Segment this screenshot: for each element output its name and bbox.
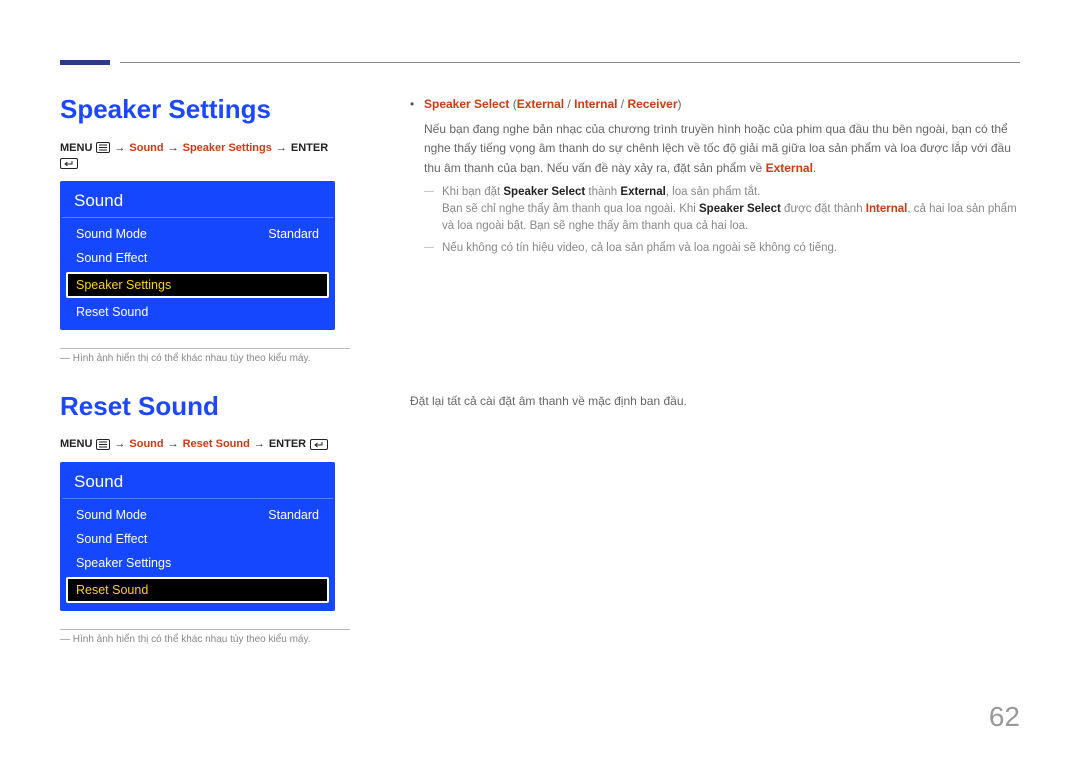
osd-body: Sound Mode Standard Sound Effect Speaker… bbox=[62, 218, 333, 328]
enter-icon bbox=[310, 439, 328, 450]
left-column-1: Speaker Settings MENU → Sound → Speaker … bbox=[60, 95, 380, 364]
bullet-speaker-select: Speaker Select (External / Internal / Re… bbox=[410, 95, 1020, 114]
subnote-1: Khi bạn đặt Speaker Select thành Externa… bbox=[424, 184, 1020, 236]
osd-item-label: Sound Effect bbox=[76, 251, 147, 265]
subnote-2: Nếu không có tín hiệu video, cả loa sản … bbox=[424, 240, 1020, 257]
osd-panel-2: Sound Sound Mode Standard Sound Effect S… bbox=[60, 462, 335, 611]
breadcrumb-arrow: → bbox=[168, 142, 179, 154]
osd-panel-1: Sound Sound Mode Standard Sound Effect S… bbox=[60, 181, 335, 330]
page-number: 62 bbox=[989, 701, 1020, 733]
speaker-select-label: Speaker Select bbox=[424, 97, 509, 111]
t: , loa sản phẩm tắt. bbox=[666, 186, 761, 198]
breadcrumb-reset-sound: Reset Sound bbox=[183, 438, 250, 450]
opt-internal: Internal bbox=[574, 97, 617, 111]
osd-item-label: Reset Sound bbox=[76, 583, 148, 597]
menu-label: MENU bbox=[60, 438, 92, 450]
sep: / bbox=[564, 97, 574, 111]
osd-item-label: Reset Sound bbox=[76, 305, 148, 319]
content-row-1: Speaker Settings MENU → Sound → Speaker … bbox=[60, 95, 1020, 364]
osd-item-reset-sound[interactable]: Reset Sound bbox=[66, 300, 329, 324]
paren: ( bbox=[509, 97, 516, 111]
menu-icon bbox=[96, 439, 110, 450]
breadcrumb-speaker-settings: Speaker Settings bbox=[183, 142, 272, 154]
opt-receiver: Receiver bbox=[627, 97, 677, 111]
osd-header: Sound bbox=[62, 464, 333, 499]
breadcrumb-arrow: → bbox=[254, 438, 265, 450]
paren: ) bbox=[678, 97, 682, 111]
t: thành bbox=[585, 186, 620, 198]
sub-notes: Khi bạn đặt Speaker Select thành Externa… bbox=[410, 184, 1020, 257]
osd-item-label: Sound Mode bbox=[76, 227, 147, 241]
menu-label: MENU bbox=[60, 142, 92, 154]
breadcrumb-arrow: → bbox=[114, 142, 125, 154]
t-red: Internal bbox=[866, 203, 908, 215]
osd-item-speaker-settings[interactable]: Speaker Settings bbox=[66, 551, 329, 575]
osd-item-label: Speaker Settings bbox=[76, 278, 171, 292]
breadcrumb-arrow: → bbox=[276, 142, 287, 154]
osd-item-reset-sound[interactable]: Reset Sound bbox=[66, 577, 329, 603]
osd-item-speaker-settings[interactable]: Speaker Settings bbox=[66, 272, 329, 298]
footnote-content: Hình ảnh hiển thị có thể khác nhau tùy t… bbox=[73, 353, 311, 364]
opt-external: External bbox=[517, 97, 564, 111]
osd-header: Sound bbox=[62, 183, 333, 218]
breadcrumb-reset-sound: MENU → Sound → Reset Sound → ENTER bbox=[60, 438, 350, 450]
reset-sound-desc: Đặt lại tất cả cài đặt âm thanh về mặc đ… bbox=[410, 392, 1020, 411]
enter-label: ENTER bbox=[269, 438, 306, 450]
osd-item-sound-effect[interactable]: Sound Effect bbox=[66, 527, 329, 551]
content-row-2: Reset Sound MENU → Sound → Reset Sound →… bbox=[60, 392, 1020, 646]
breadcrumb-arrow: → bbox=[114, 438, 125, 450]
enter-icon bbox=[60, 158, 78, 169]
osd-body: Sound Mode Standard Sound Effect Speaker… bbox=[62, 499, 333, 609]
section-title-reset-sound: Reset Sound bbox=[60, 392, 350, 421]
right-column-1: Speaker Select (External / Internal / Re… bbox=[380, 95, 1020, 364]
para-highlight: External bbox=[766, 161, 813, 175]
t: Bạn sẽ chỉ nghe thấy âm thanh qua loa ng… bbox=[442, 203, 699, 215]
osd-item-label: Speaker Settings bbox=[76, 556, 171, 570]
t: Khi bạn đặt bbox=[442, 186, 503, 198]
enter-label: ENTER bbox=[291, 142, 328, 154]
footnote-content: Hình ảnh hiển thị có thể khác nhau tùy t… bbox=[73, 634, 311, 645]
osd-item-value: Standard bbox=[268, 508, 319, 522]
osd-item-value: Standard bbox=[268, 227, 319, 241]
para-text: Nếu bạn đang nghe bản nhạc của chương tr… bbox=[424, 122, 1011, 174]
header-accent bbox=[60, 60, 110, 65]
desc-para1: Nếu bạn đang nghe bản nhạc của chương tr… bbox=[410, 120, 1020, 178]
osd-item-sound-mode[interactable]: Sound Mode Standard bbox=[66, 222, 329, 246]
page-root: Speaker Settings MENU → Sound → Speaker … bbox=[0, 0, 1080, 763]
breadcrumb-arrow: → bbox=[168, 438, 179, 450]
header-separator bbox=[120, 62, 1020, 63]
section-title-speaker-settings: Speaker Settings bbox=[60, 95, 350, 124]
footnote-text: ― Hình ảnh hiển thị có thể khác nhau tùy… bbox=[60, 353, 350, 364]
breadcrumb-sound: Sound bbox=[129, 438, 163, 450]
breadcrumb-speaker-settings: MENU → Sound → Speaker Settings → ENTER bbox=[60, 142, 350, 169]
left-column-2: Reset Sound MENU → Sound → Reset Sound →… bbox=[60, 392, 380, 646]
t-bold: Speaker Select bbox=[503, 186, 585, 198]
t-bold: Speaker Select bbox=[699, 203, 781, 215]
menu-icon bbox=[96, 142, 110, 153]
sep: / bbox=[617, 97, 627, 111]
osd-item-sound-mode[interactable]: Sound Mode Standard bbox=[66, 503, 329, 527]
osd-item-label: Sound Mode bbox=[76, 508, 147, 522]
right-column-2: Đặt lại tất cả cài đặt âm thanh về mặc đ… bbox=[380, 392, 1020, 646]
osd-item-sound-effect[interactable]: Sound Effect bbox=[66, 246, 329, 270]
t: được đặt thành bbox=[781, 203, 866, 215]
osd-item-label: Sound Effect bbox=[76, 532, 147, 546]
t-bold: External bbox=[620, 186, 665, 198]
breadcrumb-sound: Sound bbox=[129, 142, 163, 154]
para-dot: . bbox=[813, 161, 816, 175]
footnote-text: ― Hình ảnh hiển thị có thể khác nhau tùy… bbox=[60, 634, 350, 645]
